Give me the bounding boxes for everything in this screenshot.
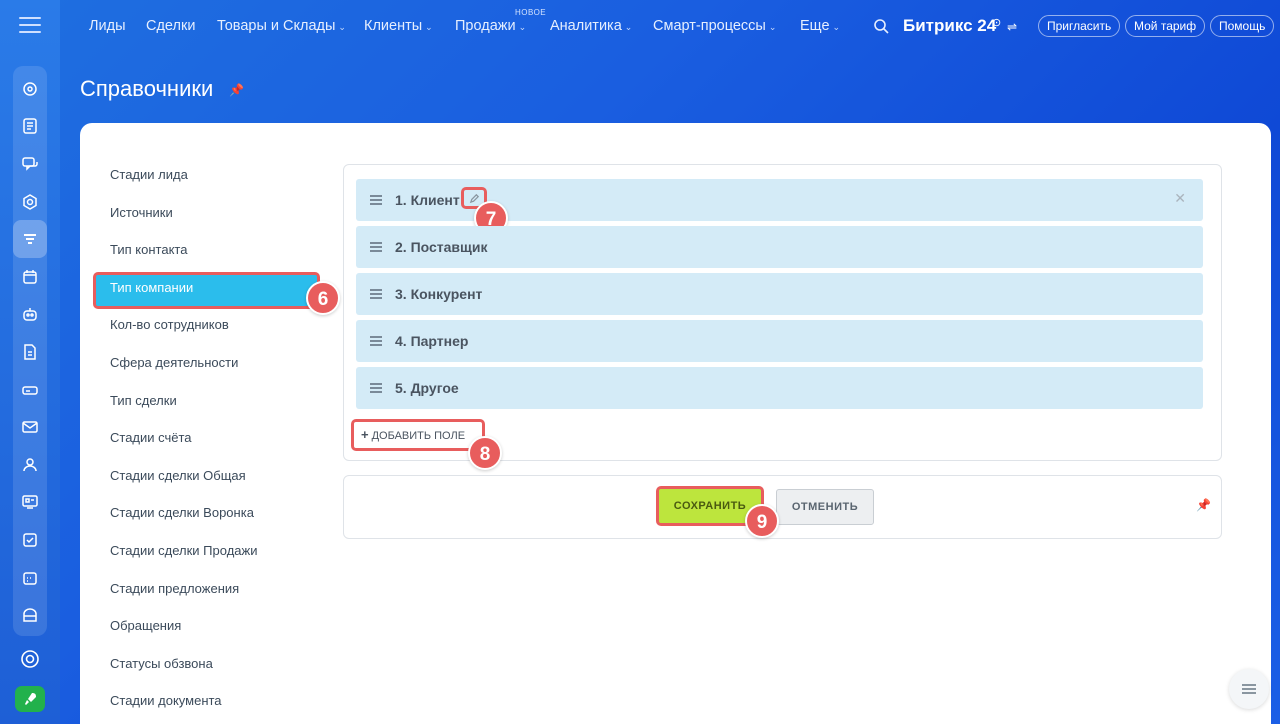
- brand-logo: Битрикс 24: [903, 16, 997, 35]
- nav-smart-processes[interactable]: Смарт-процессы ⌄: [653, 18, 776, 34]
- chevron-down-icon: ⌄: [425, 22, 433, 32]
- sidebar-hexagon-icon[interactable]: [13, 183, 47, 221]
- sidebar-checkbox-icon[interactable]: [13, 521, 47, 559]
- list-menu-icon[interactable]: [1229, 669, 1269, 709]
- nav-more[interactable]: Еще ⌄: [800, 18, 840, 34]
- nav-products[interactable]: Товары и Склады ⌄: [217, 18, 346, 34]
- add-field-button[interactable]: + ДОБАВИТЬ ПОЛЕ: [351, 419, 485, 451]
- dictionary-item[interactable]: Сфера деятельности: [110, 352, 320, 390]
- nav-leads[interactable]: Лиды: [89, 18, 126, 34]
- sidebar-document-icon[interactable]: [13, 333, 47, 371]
- sidebar-contacts-icon[interactable]: [13, 446, 47, 484]
- sidebar-tasks-icon[interactable]: [13, 108, 47, 146]
- value-row[interactable]: 3. Конкурент: [356, 273, 1203, 315]
- sidebar-drive-icon[interactable]: [13, 371, 47, 409]
- page-title: Справочники: [80, 76, 214, 101]
- dictionary-item[interactable]: Статусы обзвона: [110, 653, 320, 691]
- value-row[interactable]: 2. Поставщик: [356, 226, 1203, 268]
- sidebar-feed-icon[interactable]: [13, 70, 47, 108]
- value-row[interactable]: 4. Партнер: [356, 320, 1203, 362]
- chevron-down-icon: ⌄: [624, 22, 633, 32]
- nav-sales[interactable]: Продажи ⌄: [455, 18, 526, 34]
- dictionary-item[interactable]: Источники: [110, 202, 320, 240]
- main-card: Стадии лида Источники Тип контакта Тип к…: [80, 123, 1271, 724]
- dictionary-item[interactable]: Обращения: [110, 615, 320, 653]
- search-icon[interactable]: [873, 18, 889, 34]
- rocket-icon[interactable]: [15, 686, 45, 712]
- action-footer: СОХРАНИТЬ ОТМЕНИТЬ 9 📌: [343, 475, 1222, 539]
- drag-handle-icon[interactable]: [370, 383, 382, 395]
- left-sidebar: [0, 0, 60, 724]
- sidebar-store-icon[interactable]: [13, 596, 47, 634]
- values-list-box: 1. Клиент ✕ 7 2. Поставщик 3. Конкурент …: [343, 164, 1222, 470]
- my-tariff-button[interactable]: Мой тариф: [1125, 15, 1206, 37]
- drag-handle-icon[interactable]: [370, 336, 382, 348]
- dictionary-item[interactable]: Стадии документа: [110, 690, 320, 724]
- sidebar-reports-icon[interactable]: [13, 484, 47, 522]
- sidebar-mail-icon[interactable]: [13, 408, 47, 446]
- dictionary-item[interactable]: Стадии сделки Продажи: [110, 540, 320, 578]
- close-icon[interactable]: ✕: [1174, 190, 1186, 207]
- nav-deals[interactable]: Сделки: [146, 18, 195, 34]
- drag-handle-icon[interactable]: [370, 242, 382, 254]
- nav-clients[interactable]: Клиенты ⌄: [364, 18, 433, 34]
- plus-icon: +: [361, 427, 369, 442]
- sidebar-icon-list: [13, 66, 47, 636]
- chevron-down-icon: ⌄: [768, 22, 777, 32]
- dictionary-item[interactable]: Тип сделки: [110, 390, 320, 428]
- dictionary-item[interactable]: Стадии сделки Воронка: [110, 502, 320, 540]
- sidebar-crm-icon[interactable]: [13, 220, 47, 258]
- dictionary-item-active[interactable]: Тип компании 6: [93, 271, 340, 315]
- chevron-down-icon: ⌄: [518, 22, 527, 32]
- drag-handle-icon[interactable]: [370, 289, 382, 301]
- chevron-down-icon: ⌄: [832, 22, 841, 32]
- sidebar-robot-icon[interactable]: [13, 296, 47, 334]
- cancel-button[interactable]: ОТМЕНИТЬ: [776, 489, 874, 525]
- pin-icon[interactable]: 📌: [229, 83, 244, 97]
- step-badge-8: 8: [468, 436, 502, 470]
- nav-analytics[interactable]: Аналитика ⌄: [550, 18, 632, 34]
- value-row[interactable]: 5. Другое: [356, 367, 1203, 409]
- dictionary-item[interactable]: Стадии сделки Общая: [110, 465, 320, 503]
- value-row[interactable]: 1. Клиент ✕ 7: [356, 179, 1203, 235]
- dictionary-list: Стадии лида Источники Тип контакта Тип к…: [93, 164, 340, 724]
- dictionary-item[interactable]: Кол-во сотрудников: [110, 314, 320, 352]
- hamburger-menu-icon[interactable]: [19, 17, 41, 33]
- sidebar-calendar-icon[interactable]: [13, 258, 47, 296]
- sidebar-chat-icon[interactable]: [13, 145, 47, 183]
- step-badge-9: 9: [745, 504, 779, 538]
- dictionary-item[interactable]: Стадии предложения: [110, 578, 320, 616]
- top-nav-bar: Лиды Сделки Товары и Склады ⌄ Клиенты ⌄ НО…: [60, 0, 1280, 54]
- step-badge-6: 6: [306, 280, 340, 315]
- new-badge: НОВОЕ: [515, 8, 547, 17]
- dictionary-item[interactable]: Стадии счёта: [110, 427, 320, 465]
- sidebar-schedule-icon[interactable]: [13, 559, 47, 597]
- pin-icon[interactable]: 📌: [1196, 498, 1211, 512]
- settings-sliders-icon[interactable]: ⇌: [1007, 20, 1017, 34]
- clock-icon: ⊙: [992, 17, 1002, 29]
- invite-button[interactable]: Пригласить: [1038, 15, 1121, 37]
- drag-handle-icon[interactable]: [370, 195, 382, 207]
- settings-gear-icon[interactable]: [19, 648, 41, 670]
- dictionary-item[interactable]: Стадии лида: [110, 164, 320, 202]
- chevron-down-icon: ⌄: [338, 22, 346, 32]
- help-button[interactable]: Помощь: [1210, 15, 1275, 37]
